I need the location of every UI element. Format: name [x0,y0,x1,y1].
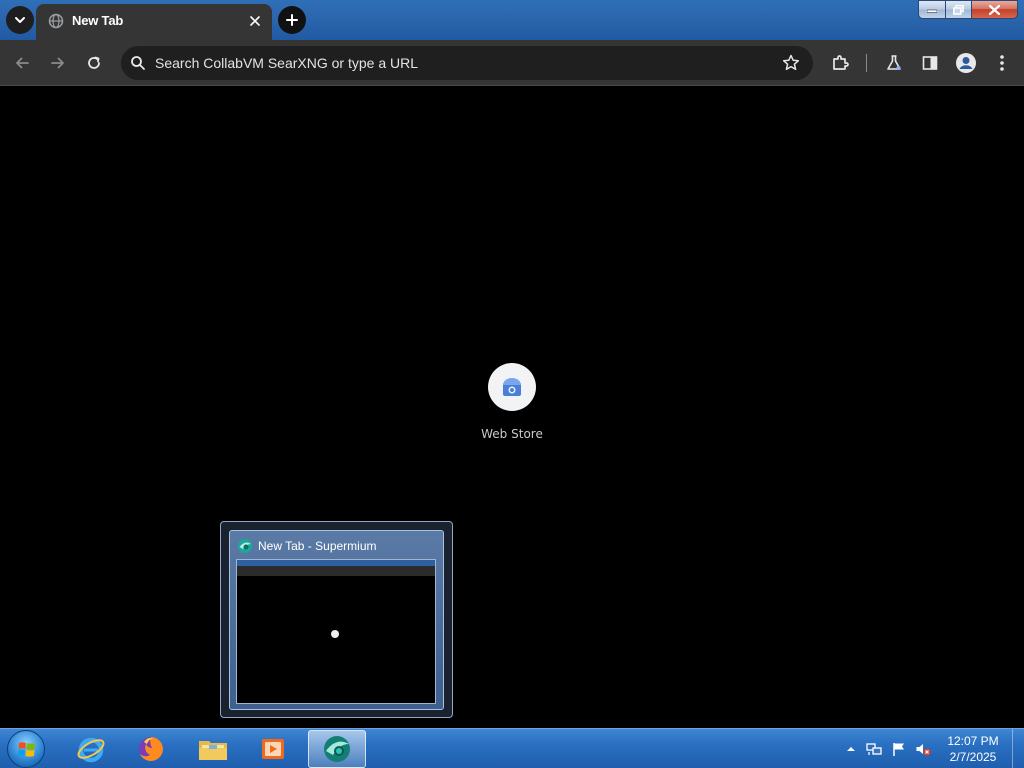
search-icon [131,56,145,70]
new-tab-page: Web Store [0,87,1024,728]
preview-window[interactable]: New Tab - Supermium [229,530,444,710]
internet-explorer-icon [77,737,105,763]
clock-time: 12:07 PM [947,734,999,748]
plus-icon [286,14,298,26]
media-player-icon [262,739,284,759]
extensions-button[interactable] [826,49,854,77]
reload-icon [88,56,100,69]
taskbar-media-player[interactable] [246,730,300,768]
network-icon[interactable] [866,741,882,757]
browser-titlebar: New Tab [0,0,1024,40]
taskbar-file-explorer[interactable] [186,730,240,768]
preview-thumbnail [236,559,436,704]
tab-new-tab[interactable]: New Tab [36,4,272,40]
close-icon [989,4,1000,15]
minimize-button[interactable] [918,0,946,19]
tab-title: New Tab [72,13,124,28]
supermium-icon [238,539,252,553]
forward-arrow-icon [51,57,64,69]
system-clock[interactable]: 12:07 PM 2/7/2025 [935,733,1011,765]
back-button[interactable] [8,49,36,77]
web-store-icon [503,378,521,396]
address-input[interactable] [155,46,755,80]
labs-flask-icon [887,55,901,70]
supermium-icon [324,736,350,762]
thumbnail-titlebar [237,560,435,566]
preview-title: New Tab - Supermium [258,539,377,553]
minimize-icon [927,9,937,13]
side-panel-icon [922,56,938,70]
shortcut-web-store[interactable]: Web Store [472,363,552,453]
tray-expand-icon[interactable] [843,741,859,757]
shortcut-icon [488,363,536,411]
taskbar-supermium[interactable] [308,730,366,768]
forward-button[interactable] [44,49,72,77]
firefox-icon [139,737,163,761]
side-panel-button[interactable] [916,49,944,77]
close-icon [250,16,260,26]
action-center-flag-icon[interactable] [891,741,907,757]
thumbnail-shortcut [331,630,339,638]
close-window-button[interactable] [972,0,1018,19]
start-button[interactable] [7,730,45,768]
browser-menu-button[interactable] [988,49,1016,77]
windows-taskbar: 12:07 PM 2/7/2025 [0,728,1024,768]
chevron-down-icon [15,17,25,23]
toolbar-separator [866,54,867,72]
back-arrow-icon [16,57,29,69]
menu-dots-icon [1000,55,1004,71]
file-explorer-icon [199,741,227,760]
address-bar[interactable] [121,46,813,80]
windows-logo-icon [18,742,35,757]
profile-icon [956,53,976,73]
volume-muted-icon[interactable] [915,741,931,757]
shortcut-label: Web Store [481,427,543,441]
taskbar-thumbnail-preview[interactable]: New Tab - Supermium [220,521,453,718]
star-icon[interactable] [781,53,801,73]
restore-button[interactable] [946,0,972,19]
tab-search-button[interactable] [6,6,34,34]
show-desktop-button[interactable] [1012,729,1024,768]
reload-button[interactable] [80,49,108,77]
globe-icon [48,13,64,29]
restore-icon [953,4,964,15]
profile-button[interactable] [952,49,980,77]
clock-date: 2/7/2025 [949,750,997,764]
new-tab-button[interactable] [278,6,306,34]
taskbar-firefox[interactable] [124,730,178,768]
tab-close-button[interactable] [246,12,264,30]
browser-toolbar [0,40,1024,86]
extensions-puzzle-icon [833,55,849,70]
window-controls [918,0,1018,20]
taskbar-internet-explorer[interactable] [64,730,118,768]
labs-button[interactable] [880,49,908,77]
